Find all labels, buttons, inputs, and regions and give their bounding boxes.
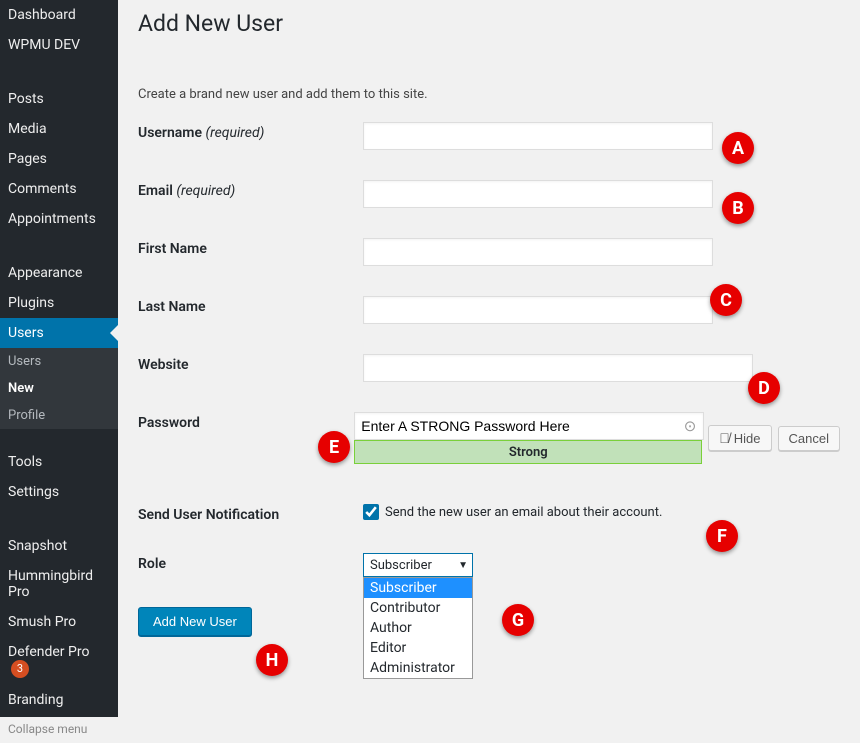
eye-slash-icon: 👁̸ bbox=[719, 430, 730, 446]
label-firstname: First Name bbox=[138, 238, 363, 257]
sidebar-item-hummingbird[interactable]: Hummingbird Pro bbox=[0, 561, 118, 607]
row-firstname: First Name bbox=[138, 238, 840, 266]
admin-sidebar: Dashboard WPMU DEV Posts Media Pages Com… bbox=[0, 0, 118, 717]
sidebar-item-snapshot[interactable]: Snapshot bbox=[0, 531, 118, 561]
role-option-subscriber[interactable]: Subscriber bbox=[364, 578, 472, 598]
row-password: Password ⊙ Strong 👁̸Hide Cancel bbox=[138, 412, 840, 464]
sidebar-sub-new[interactable]: New bbox=[0, 375, 118, 402]
hide-password-button[interactable]: 👁̸Hide bbox=[708, 425, 771, 451]
role-select[interactable]: Subscriber▼ bbox=[363, 553, 473, 577]
row-lastname: Last Name bbox=[138, 296, 840, 324]
sidebar-item-posts[interactable]: Posts bbox=[0, 84, 118, 114]
role-option-editor[interactable]: Editor bbox=[364, 638, 472, 658]
sidebar-item-users[interactable]: Users bbox=[0, 318, 118, 348]
sidebar-item-defender[interactable]: Defender Pro3 bbox=[0, 637, 118, 685]
row-website: Website bbox=[138, 354, 840, 382]
role-option-contributor[interactable]: Contributor bbox=[364, 598, 472, 618]
sidebar-item-dashboard[interactable]: Dashboard bbox=[0, 0, 118, 30]
role-option-author[interactable]: Author bbox=[364, 618, 472, 638]
notification-checkbox[interactable] bbox=[363, 504, 379, 520]
row-email: Email (required) bbox=[138, 180, 840, 208]
label-email: Email (required) bbox=[138, 180, 363, 199]
badge: 3 bbox=[11, 660, 29, 678]
sidebar-item-appearance[interactable]: Appearance bbox=[0, 258, 118, 288]
role-dropdown: Subscriber Contributor Author Editor Adm… bbox=[363, 577, 473, 679]
label-lastname: Last Name bbox=[138, 296, 363, 315]
notification-text: Send the new user an email about their a… bbox=[385, 505, 662, 520]
page-title: Add New User bbox=[138, 10, 840, 37]
website-input[interactable] bbox=[363, 354, 753, 382]
chevron-down-icon: ▼ bbox=[458, 560, 468, 571]
sidebar-item-settings[interactable]: Settings bbox=[0, 477, 118, 507]
label-website: Website bbox=[138, 354, 363, 373]
main-content: Add New User Create a brand new user and… bbox=[118, 0, 860, 717]
label-notification: Send User Notification bbox=[138, 504, 363, 523]
sidebar-item-branding[interactable]: Branding bbox=[0, 685, 118, 715]
row-username: Username (required) bbox=[138, 122, 840, 150]
row-notification: Send User Notification Send the new user… bbox=[138, 504, 840, 523]
lastname-input[interactable] bbox=[363, 296, 713, 324]
page-description: Create a brand new user and add them to … bbox=[138, 87, 840, 102]
sidebar-item-plugins[interactable]: Plugins bbox=[0, 288, 118, 318]
label-password: Password bbox=[138, 412, 354, 431]
sidebar-item-comments[interactable]: Comments bbox=[0, 174, 118, 204]
label-role: Role bbox=[138, 553, 363, 572]
password-input[interactable] bbox=[354, 412, 704, 440]
add-new-user-button[interactable]: Add New User bbox=[138, 607, 252, 636]
sidebar-submenu-users: Users New Profile bbox=[0, 348, 118, 429]
firstname-input[interactable] bbox=[363, 238, 713, 266]
sidebar-item-appointments[interactable]: Appointments bbox=[0, 204, 118, 234]
password-strength: Strong bbox=[354, 440, 702, 464]
sidebar-sub-profile[interactable]: Profile bbox=[0, 402, 118, 429]
cancel-password-button[interactable]: Cancel bbox=[778, 426, 840, 451]
sidebar-collapse[interactable]: Collapse menu bbox=[0, 715, 118, 743]
email-input[interactable] bbox=[363, 180, 713, 208]
sidebar-item-pages[interactable]: Pages bbox=[0, 144, 118, 174]
sidebar-item-wpmudev[interactable]: WPMU DEV bbox=[0, 30, 118, 60]
sidebar-sub-users[interactable]: Users bbox=[0, 348, 118, 375]
sidebar-item-label: Defender Pro bbox=[8, 644, 89, 660]
sidebar-item-media[interactable]: Media bbox=[0, 114, 118, 144]
username-input[interactable] bbox=[363, 122, 713, 150]
role-option-administrator[interactable]: Administrator bbox=[364, 658, 472, 678]
sidebar-item-tools[interactable]: Tools bbox=[0, 447, 118, 477]
row-role: Role Subscriber▼ Subscriber Contributor … bbox=[138, 553, 840, 577]
label-username: Username (required) bbox=[138, 122, 363, 141]
sidebar-item-smush[interactable]: Smush Pro bbox=[0, 607, 118, 637]
